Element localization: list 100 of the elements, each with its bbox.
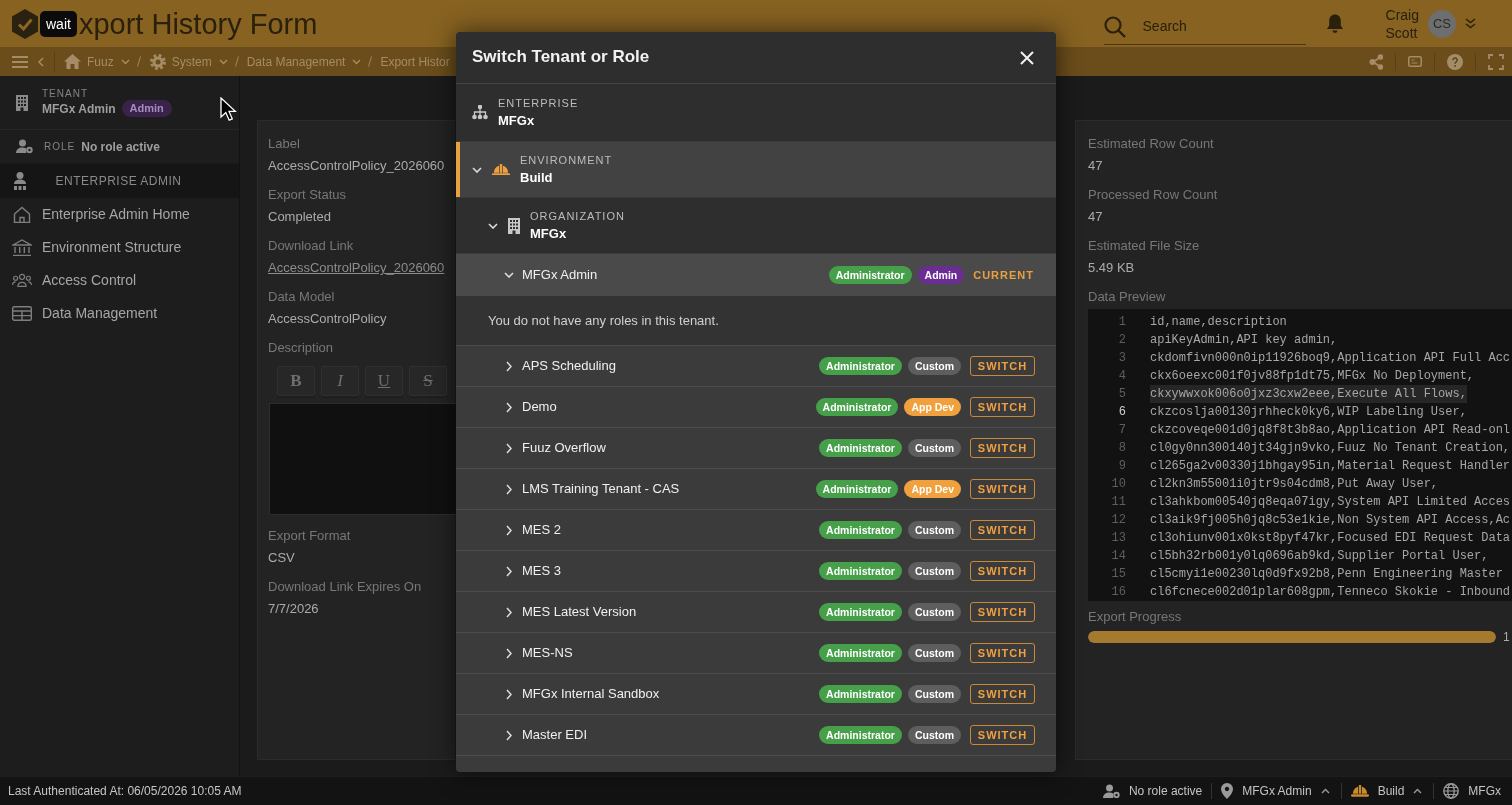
- role-badge: Custom: [907, 726, 961, 744]
- field-value: 47: [1088, 208, 1104, 226]
- bell-icon[interactable]: [1325, 14, 1344, 33]
- role-badge: Custom: [907, 521, 961, 539]
- chevron-up-icon[interactable]: [1413, 788, 1423, 794]
- tenant-name: MFGx Admin: [522, 266, 598, 285]
- switch-button[interactable]: SWITCH: [970, 684, 1035, 704]
- tenant-name: APS Scheduling: [522, 357, 616, 376]
- role-badge: App Dev: [904, 398, 961, 416]
- code-line: ckzcoslja00130jrhheck0ky6,WIP Labeling User,: [1150, 404, 1467, 421]
- tenant-name: MFGx Internal Sandbox: [522, 685, 660, 704]
- editor-field[interactable]: [269, 403, 456, 515]
- role-badge: Administrator: [819, 685, 902, 703]
- search-field[interactable]: Search: [1103, 8, 1306, 45]
- tenant-name: LMS Training Tenant - CAS: [522, 480, 680, 499]
- line-number: 5: [1117, 386, 1126, 403]
- status-button[interactable]: No role active: [1093, 782, 1212, 800]
- field-label: Data Model: [268, 288, 336, 305]
- role-badge: Administrator: [819, 603, 902, 621]
- nav-item[interactable]: Data Management: [0, 297, 239, 330]
- chevron-right-icon[interactable]: [506, 483, 512, 495]
- switch-button[interactable]: SWITCH: [970, 725, 1035, 745]
- code-line: ckzcoveqe001d0jq8f8t3b8ao,Application API Read-onl: [1150, 422, 1511, 439]
- person-icon: [14, 172, 26, 190]
- field-label: Export Format: [268, 527, 352, 544]
- field-label: Description: [268, 339, 335, 356]
- hard-hat-icon: [492, 163, 510, 176]
- nav-item[interactable]: Environment Structure: [0, 231, 239, 264]
- close-button[interactable]: [1018, 48, 1036, 67]
- switch-button[interactable]: SWITCH: [970, 438, 1035, 458]
- role-badge: Administrator: [819, 439, 902, 457]
- tenant-name: Demo: [522, 398, 557, 417]
- tenant-name: MES 3: [522, 562, 561, 581]
- table-icon: [12, 306, 32, 321]
- status-button[interactable]: MFGx Admin: [1212, 782, 1341, 800]
- line-number: 1: [1117, 314, 1126, 331]
- current-label: CURRENT: [973, 267, 1034, 283]
- role-badge: Custom: [907, 439, 961, 457]
- code-line: cl2kn3m55001i0jtr9s04cdm8,Put Away User,: [1150, 476, 1439, 493]
- tree-row[interactable]: ENTERPRISE MFGx: [456, 84, 1056, 142]
- tenant-label: TENANT: [42, 88, 89, 100]
- line-number: 7: [1117, 422, 1126, 439]
- field-value: Completed: [268, 208, 332, 226]
- tenant-row[interactable]: MFGx Admin Administrator Admin CURRENT: [456, 254, 1056, 296]
- node-name: MFGx: [498, 112, 536, 129]
- nav-item[interactable]: Enterprise Admin Home: [0, 198, 239, 231]
- code-line: cl6fcnece002d01plar608gpm,Tenneco Skokie - Inbound: [1150, 584, 1511, 601]
- chevron-up-icon[interactable]: [1320, 788, 1330, 794]
- code-line: cl265ga2v00330j1bhgay95in,Material Request Handler: [1150, 458, 1511, 475]
- chevron-right-icon[interactable]: [506, 360, 512, 372]
- status-button[interactable]: Build: [1341, 782, 1434, 800]
- nav-item[interactable]: Access Control: [0, 264, 239, 297]
- switch-button[interactable]: SWITCH: [970, 520, 1035, 540]
- chevrons-down-icon[interactable]: [1465, 18, 1476, 29]
- line-number: 15: [1110, 566, 1126, 583]
- user-icon: [1102, 783, 1120, 799]
- switch-button[interactable]: SWITCH: [970, 397, 1035, 417]
- switch-button[interactable]: SWITCH: [970, 356, 1035, 376]
- status-button[interactable]: MFGx: [1434, 782, 1510, 800]
- chevron-right-icon[interactable]: [506, 442, 512, 454]
- role-badge: Admin: [121, 100, 172, 117]
- field-value: 5.49 KB: [1088, 259, 1136, 277]
- download-link[interactable]: AccessControlPolicy_2026060: [268, 258, 445, 278]
- line-number: 3: [1117, 350, 1126, 367]
- switch-button[interactable]: SWITCH: [970, 479, 1035, 499]
- role-badge: Administrator: [819, 726, 902, 744]
- info-message: You do not have any roles in this tenant.: [456, 296, 1056, 346]
- line-number: 11: [1110, 494, 1126, 511]
- tenant-name: MES Latest Version: [522, 603, 637, 622]
- role-badge: Administrator: [819, 521, 902, 539]
- field-label: Estimated File Size: [1088, 237, 1201, 254]
- bank-icon: [12, 238, 32, 257]
- line-number: 13: [1110, 530, 1126, 547]
- switch-button[interactable]: SWITCH: [970, 602, 1035, 622]
- chevron-right-icon[interactable]: [506, 729, 512, 741]
- node-name: MFGx: [530, 225, 568, 242]
- line-number: 9: [1117, 458, 1126, 475]
- auth-status: Last Authenticated At: 06/05/2026 10:05 AM: [8, 783, 242, 800]
- role-badge: Administrator: [819, 644, 902, 662]
- help-icon[interactable]: [1447, 53, 1463, 70]
- code-line: ckdomfivn000n0ip11926boq9,Application API Full Acc: [1150, 350, 1511, 367]
- line-number: 6: [1117, 404, 1126, 421]
- line-number: 12: [1110, 512, 1126, 529]
- switch-button[interactable]: SWITCH: [970, 643, 1035, 663]
- chevron-right-icon[interactable]: [506, 524, 512, 536]
- field-value: 47: [1088, 157, 1104, 175]
- chevron-right-icon[interactable]: [506, 565, 512, 577]
- line-number: 10: [1110, 476, 1126, 493]
- chevron-right-icon[interactable]: [506, 647, 512, 659]
- hard-hat-icon: [1350, 785, 1369, 797]
- chevron-right-icon[interactable]: [506, 401, 512, 413]
- tree-row[interactable]: ENVIRONMENT Build: [456, 142, 1056, 198]
- chevron-right-icon[interactable]: [506, 688, 512, 700]
- tree-row[interactable]: ORGANIZATION MFGx: [456, 198, 1056, 254]
- building-icon: [16, 94, 28, 111]
- field-value: CSV: [268, 549, 296, 567]
- node-name: Build: [520, 169, 554, 186]
- switch-button[interactable]: SWITCH: [970, 561, 1035, 581]
- line-number: 16: [1110, 584, 1126, 601]
- chevron-right-icon[interactable]: [506, 606, 512, 618]
